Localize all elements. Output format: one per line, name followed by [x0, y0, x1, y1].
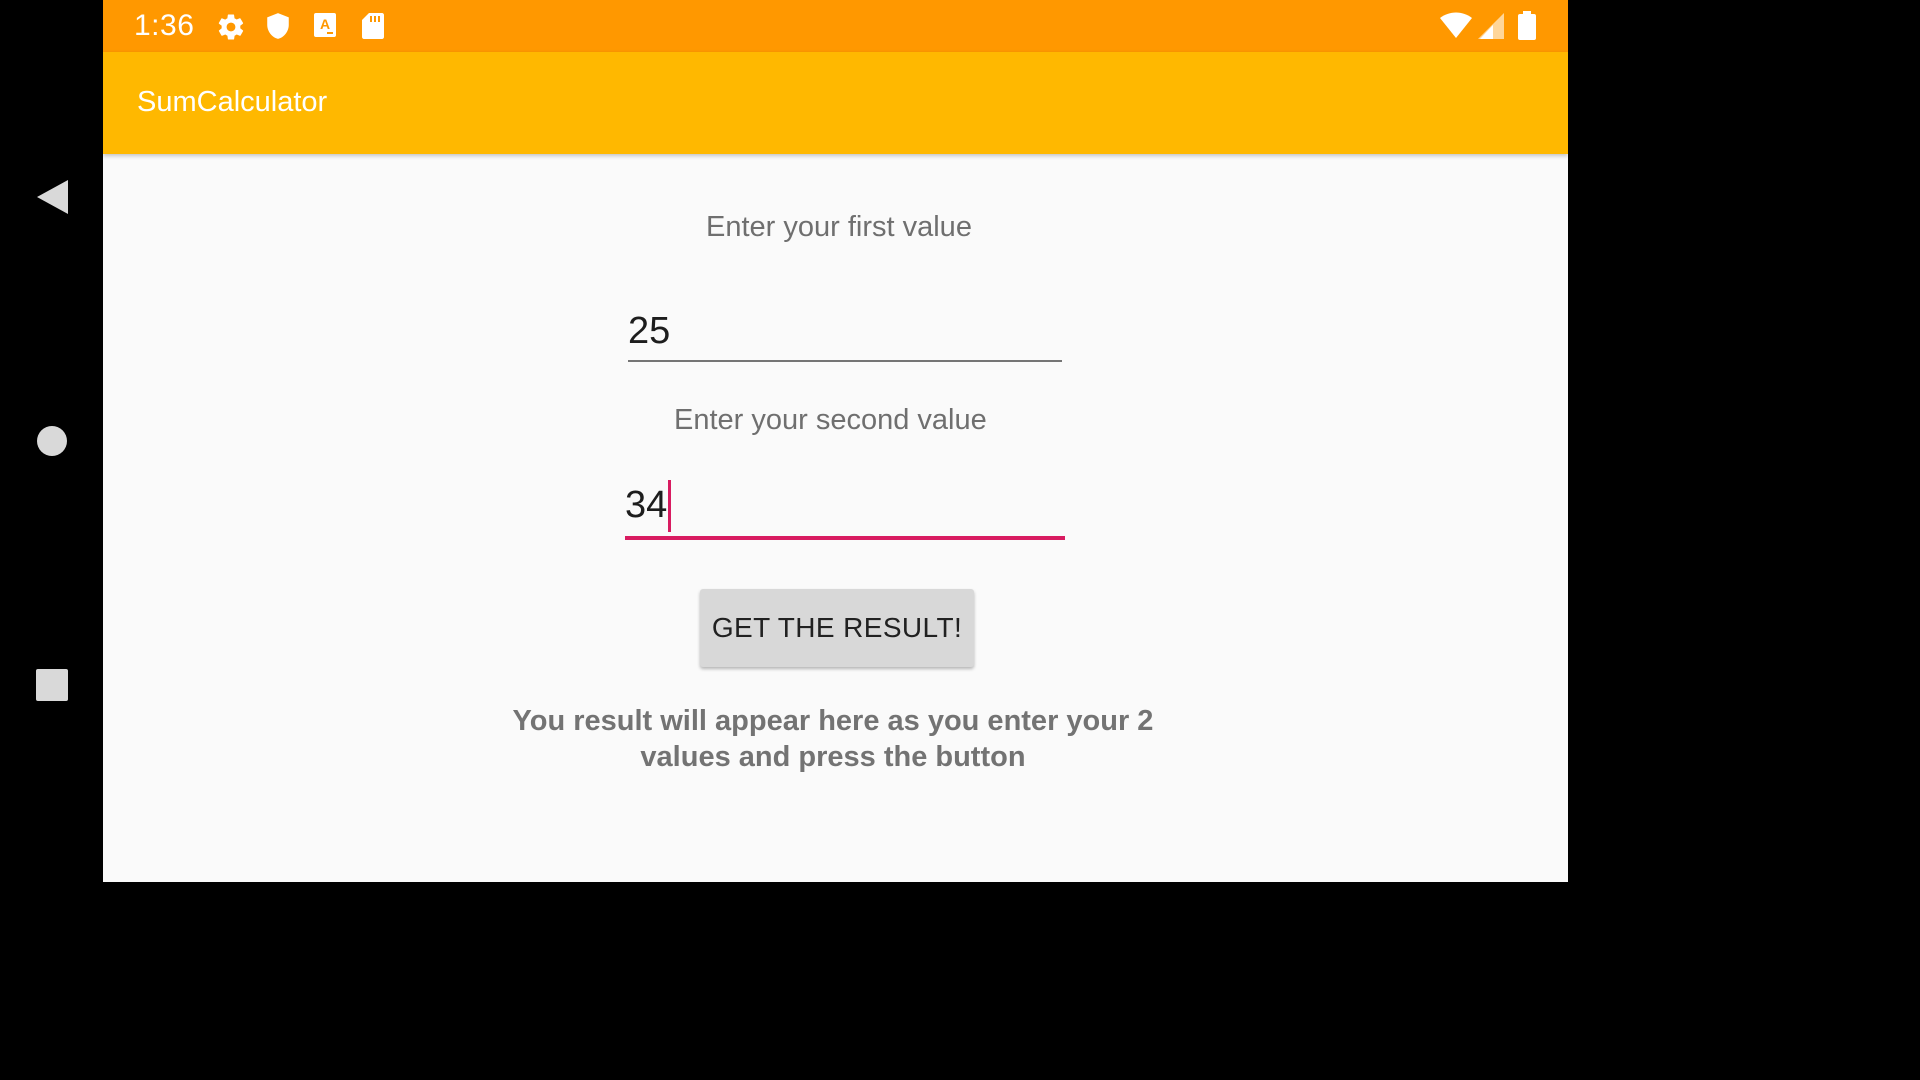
shield-icon: [265, 12, 291, 40]
first-value-label: Enter your first value: [706, 211, 972, 243]
battery-icon: [1517, 11, 1537, 41]
first-value-text: 25: [628, 310, 671, 352]
navigation-bar: [0, 0, 103, 882]
second-value-input[interactable]: 34: [625, 478, 1065, 542]
back-icon: [36, 180, 68, 214]
second-value-text: 34: [625, 484, 668, 526]
text-cursor: [668, 480, 671, 532]
app-title: SumCalculator: [137, 86, 328, 118]
gear-icon: [216, 12, 246, 42]
wifi-icon: [1439, 11, 1473, 39]
cell-signal-icon: [1475, 12, 1505, 40]
recents-button[interactable]: [0, 666, 103, 704]
app-bar: SumCalculator: [103, 52, 1568, 154]
get-result-button[interactable]: GET THE RESULT!: [700, 589, 974, 667]
recents-icon: [35, 669, 68, 701]
home-icon: [36, 426, 67, 456]
app-screen: 1:36 A SumCalculator Enter your first va…: [103, 0, 1568, 882]
status-time: 1:36: [134, 9, 195, 42]
home-button[interactable]: [0, 420, 103, 462]
back-button[interactable]: [0, 172, 103, 222]
status-bar: 1:36 A: [103, 0, 1568, 52]
font-a-icon: A: [313, 12, 337, 38]
sd-card-icon: [361, 12, 385, 40]
first-value-underline: [628, 360, 1062, 362]
second-value-label: Enter your second value: [674, 404, 987, 436]
result-text: You result will appear here as you enter…: [512, 705, 1154, 773]
svg-text:A: A: [320, 16, 330, 32]
first-value-input[interactable]: 25: [628, 306, 1062, 364]
second-value-underline: [625, 536, 1065, 540]
